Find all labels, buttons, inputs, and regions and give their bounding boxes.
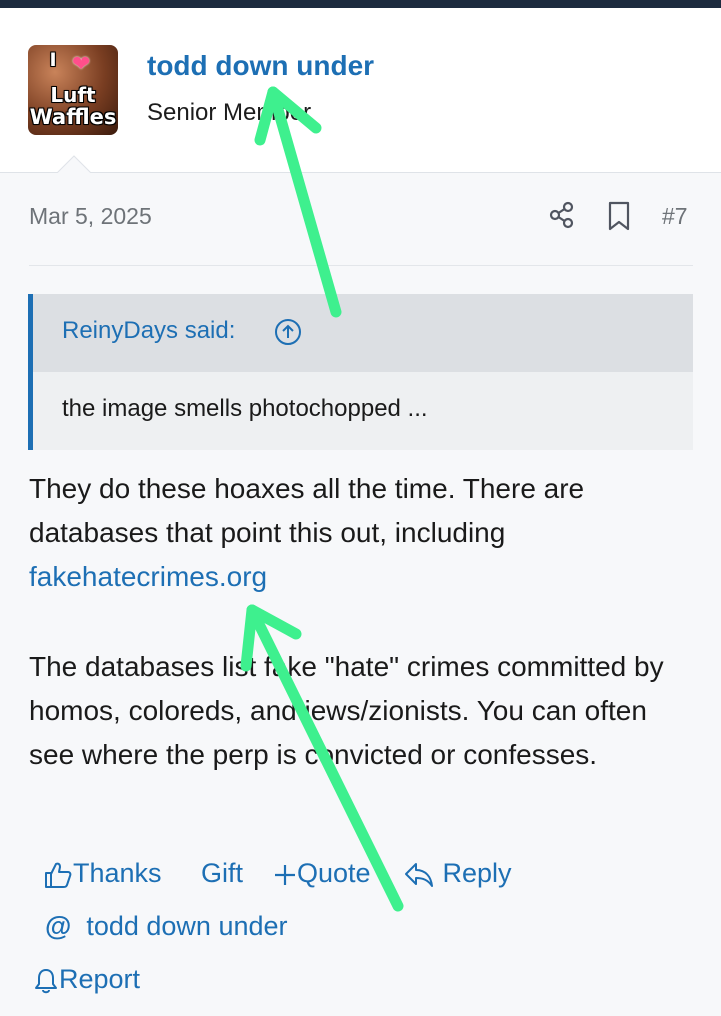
divider (29, 265, 693, 266)
quote-text: the image smells photochopped ... (62, 395, 428, 422)
author-name-link[interactable]: todd down under (147, 50, 374, 82)
thanks-button[interactable]: Thanks (43, 858, 162, 890)
avatar-text-luft: Luft (50, 83, 96, 107)
quote-author-link[interactable]: ReinyDays said: (62, 317, 235, 345)
post-paragraph-1: They do these hoaxes all the time. There… (29, 467, 689, 599)
bell-icon (35, 968, 57, 994)
reply-button[interactable]: Reply (403, 858, 512, 890)
thanks-label: Thanks (73, 858, 162, 888)
report-button[interactable]: Report (33, 964, 140, 995)
author-title: Senior Member (147, 99, 312, 126)
plus-icon (275, 864, 295, 885)
fakehatecrimes-link[interactable]: fakehatecrimes.org (29, 561, 267, 592)
report-label: Report (59, 964, 141, 994)
post-author-header: I ❤ Luft Waffles todd down under Senior … (0, 8, 721, 182)
quote-label: Quote (297, 858, 371, 888)
top-bar (0, 0, 721, 8)
post-number[interactable]: #7 (662, 203, 688, 230)
quote-header: ReinyDays said: (33, 294, 693, 372)
quote-block: ReinyDays said: the image smells photoch… (28, 294, 693, 450)
post-paragraph-1-text: They do these hoaxes all the time. There… (29, 473, 585, 548)
mention-button[interactable]: @ todd down under (45, 911, 288, 942)
reply-label: Reply (442, 858, 512, 888)
reply-icon (405, 862, 433, 887)
quote-button[interactable]: Quote (273, 858, 371, 889)
post-body: Mar 5, 2025 #7 ReinyDays said: the image… (0, 173, 721, 1016)
avatar[interactable]: I ❤ Luft Waffles (28, 45, 118, 135)
heart-icon: ❤ (72, 51, 91, 76)
mention-label: todd down under (86, 911, 288, 941)
post-paragraph-2: The databases list fake "hate" crimes co… (29, 651, 664, 770)
thumbs-up-icon (45, 862, 72, 888)
post-date[interactable]: Mar 5, 2025 (29, 203, 152, 230)
at-icon: @ (45, 911, 72, 941)
arrow-up-circle-icon[interactable] (274, 318, 302, 346)
share-icon[interactable] (548, 201, 576, 229)
bookmark-icon[interactable] (607, 201, 631, 231)
gift-button[interactable]: Gift (201, 858, 243, 889)
avatar-text-waffles: Waffles (29, 105, 117, 129)
